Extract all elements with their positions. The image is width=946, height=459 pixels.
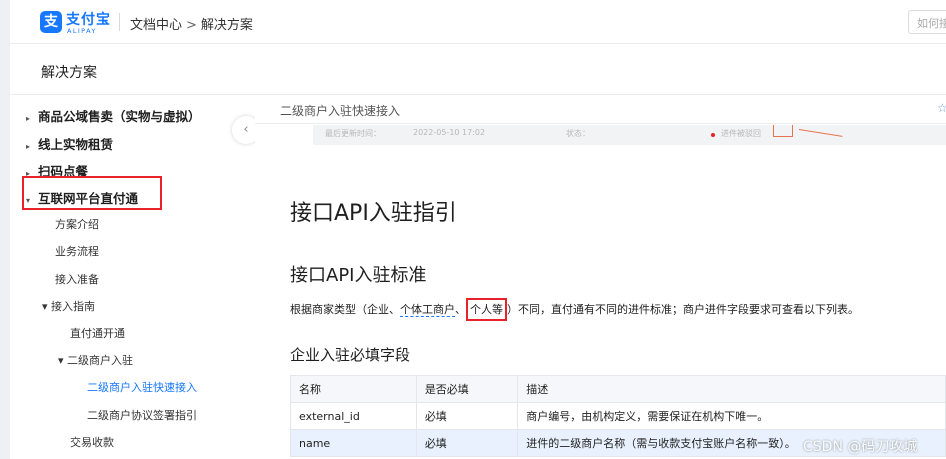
strip-value-status: 进件被驳回 xyxy=(721,129,761,138)
screenshot-image-strip: 最后更新时间： 2022-05-10 17:02 状态： 进件被驳回 xyxy=(313,125,946,145)
doc-content: 二级商户入驻快速接入 ☆ 最后更新时间： 2022-05-10 17:02 状态… xyxy=(255,96,946,459)
logo-subtext: ALIPAY xyxy=(67,27,97,35)
table-header-desc: 描述 xyxy=(517,375,946,403)
heading-api-guide: 接口API入驻指引 xyxy=(290,201,457,226)
top-header: 支 支付宝 ALIPAY 文档中心 > 解决方案 如何接 xyxy=(10,0,946,44)
sidebar-item-label: 商品公域售卖（实物与虚拟） xyxy=(38,109,201,124)
link-individual[interactable]: 个人等 xyxy=(466,298,507,321)
header-divider xyxy=(119,13,120,31)
heading-api-standard: 接口API入驻标准 xyxy=(290,265,427,286)
caret-right-icon: ▸ xyxy=(26,114,31,123)
table-cell: external_id xyxy=(290,402,417,430)
sidebar-sub-intro[interactable]: 方案介绍 xyxy=(55,216,99,232)
link-individual-business[interactable]: 个体工商户 xyxy=(400,303,455,317)
strip-label-status: 状态： xyxy=(566,129,590,138)
paragraph-text: 、 xyxy=(455,303,466,316)
solutions-header: 解决方案 xyxy=(10,45,946,95)
table-cell: 必填 xyxy=(415,429,519,457)
table-header-name: 名称 xyxy=(290,375,417,403)
watermark: CSDN @码刀攻城 xyxy=(803,439,918,455)
paragraph-text: ）不同，直付通有不同的进件标准；商户进件字段要求可查看以下列表。 xyxy=(507,303,859,316)
sidebar-item-product-sales[interactable]: ▸ 商品公域售卖（实物与虚拟） xyxy=(26,106,201,125)
table-cell: 必填 xyxy=(415,402,519,430)
sidebar-sub-guide[interactable]: ▾ 接入指南 xyxy=(42,298,95,314)
star-icon[interactable]: ☆ xyxy=(937,101,946,115)
doc-header: 二级商户入驻快速接入 ☆ xyxy=(255,96,946,124)
doc-title: 二级商户入驻快速接入 xyxy=(280,104,401,118)
paragraph-merchant-types: 根据商家类型（企业、个体工商户、 个人等 ）不同，直付通有不同的进件标准；商户进件字… xyxy=(290,298,859,321)
sidebar-sub-payment[interactable]: 交易收款 xyxy=(70,434,114,450)
logo-text[interactable]: 支付宝 xyxy=(66,9,111,29)
annotation-box xyxy=(773,125,793,137)
sidebar-sub-prep[interactable]: 接入准备 xyxy=(55,271,99,287)
sidebar-item-rental[interactable]: ▸ 线上实物租赁 xyxy=(26,134,113,153)
paragraph-text: 根据商家类型（企业、 xyxy=(290,303,400,316)
breadcrumb: 文档中心 > 解决方案 xyxy=(130,14,253,33)
strip-value-date: 2022-05-10 17:02 xyxy=(413,128,486,137)
caret-right-icon: ▸ xyxy=(26,142,31,151)
table-header-row: 名称 是否必填 描述 xyxy=(290,375,946,403)
sidebar-sub-flow[interactable]: 业务流程 xyxy=(55,243,99,259)
highlight-box xyxy=(22,176,162,210)
sidebar-sub-merchant-onboard[interactable]: ▾ 二级商户入驻 xyxy=(58,352,133,368)
heading-enterprise-fields: 企业入驻必填字段 xyxy=(290,346,411,364)
table-row: external_id 必填 商户编号，由机构定义，需要保证在机构下唯一。 xyxy=(290,402,946,430)
sidebar-sub-quick-onboard[interactable]: 二级商户入驻快速接入 xyxy=(87,379,197,395)
table-header-required: 是否必填 xyxy=(415,375,519,403)
breadcrumb-solutions[interactable]: 解决方案 xyxy=(201,18,253,33)
sidebar-sub-agreement[interactable]: 二级商户协议签署指引 xyxy=(87,407,197,423)
page-frame xyxy=(0,0,10,459)
search-input[interactable]: 如何接 xyxy=(908,10,946,34)
table-cell: name xyxy=(290,429,417,457)
sidebar-sub-open[interactable]: 直付通开通 xyxy=(70,325,125,341)
chevron-right-icon: > xyxy=(186,18,197,33)
breadcrumb-doc-center[interactable]: 文档中心 xyxy=(130,18,182,33)
strip-label-updated: 最后更新时间： xyxy=(325,129,381,138)
table-cell: 商户编号，由机构定义，需要保证在机构下唯一。 xyxy=(517,402,946,430)
sidebar: ▸ 商品公域售卖（实物与虚拟） ▸ 线上实物租赁 ▸ 扫码点餐 ▾ 互联网平台直付通 方… xyxy=(10,96,260,459)
alipay-logo-icon[interactable]: 支 xyxy=(40,11,62,33)
status-dot-icon xyxy=(711,133,715,137)
annotation-arrow xyxy=(798,129,843,137)
sidebar-item-label: 线上实物租赁 xyxy=(38,137,114,152)
solutions-title: 解决方案 xyxy=(41,65,97,81)
